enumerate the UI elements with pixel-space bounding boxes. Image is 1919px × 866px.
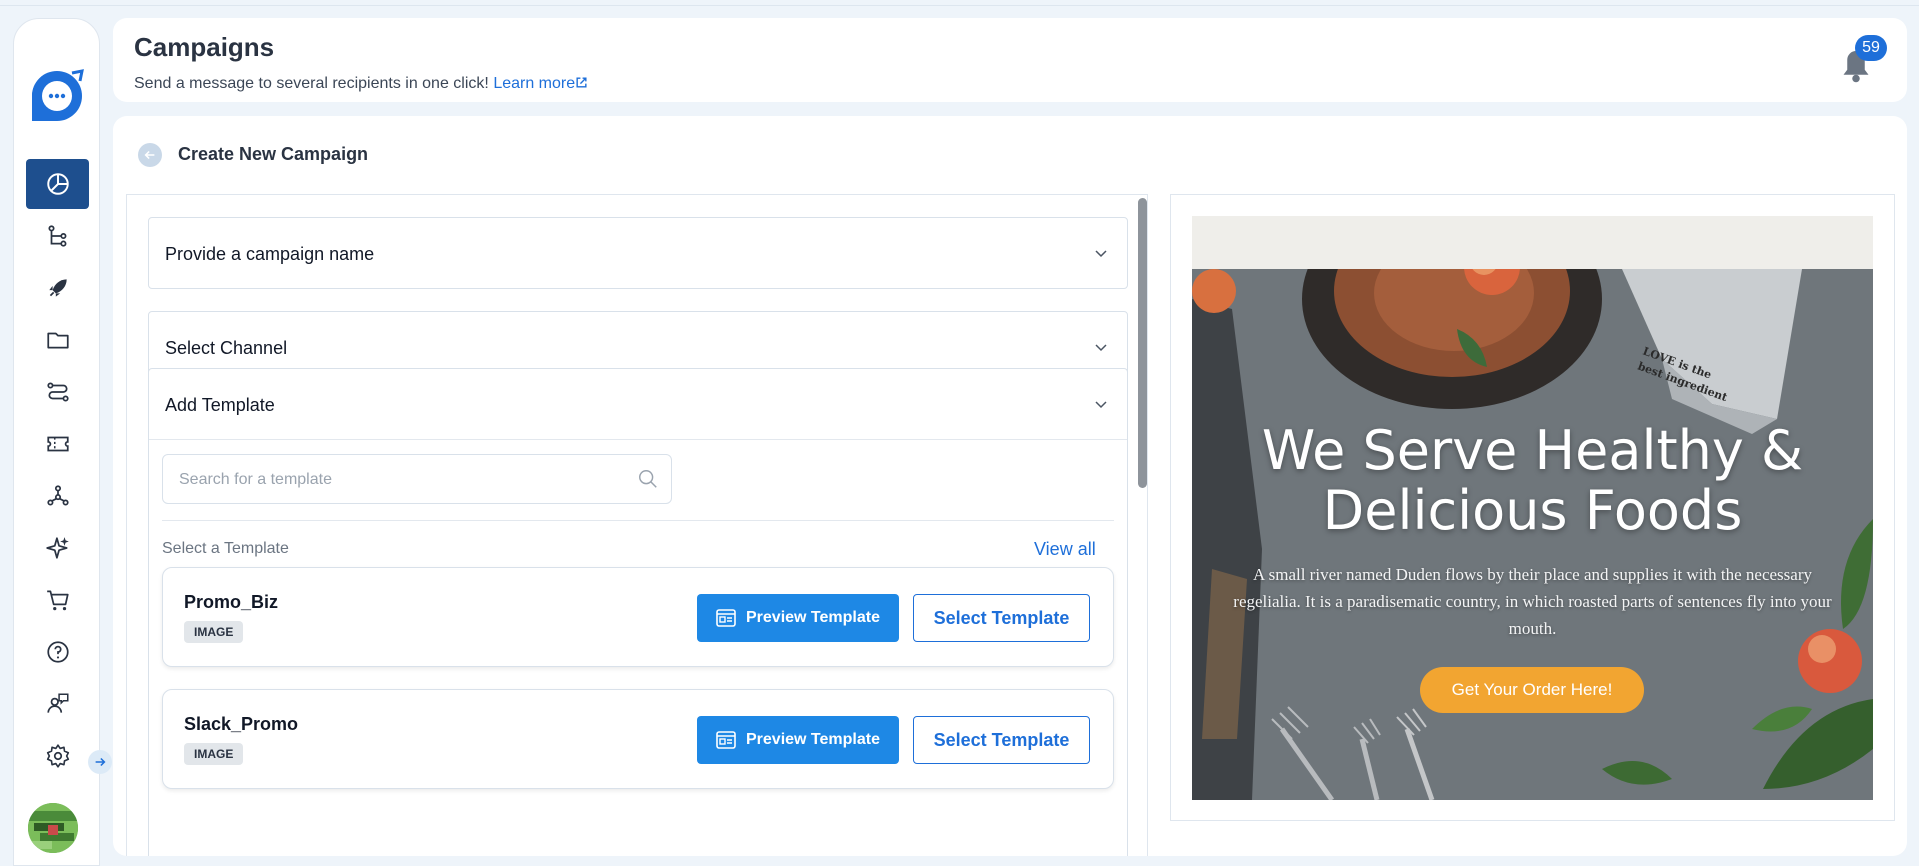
template-type-badge: IMAGE xyxy=(184,743,244,765)
select-template-button[interactable]: Select Template xyxy=(913,716,1090,764)
form-scrollbar[interactable] xyxy=(1138,198,1147,488)
sidebar-item-files[interactable] xyxy=(26,315,89,365)
view-all-link[interactable]: View all xyxy=(1034,539,1096,560)
template-search-input[interactable] xyxy=(179,469,619,491)
template-search xyxy=(162,454,672,504)
template-card: Slack_Promo IMAGE Preview Template Selec… xyxy=(162,689,1114,789)
avatar-image xyxy=(28,803,78,853)
accordion-header[interactable]: Add Template xyxy=(149,369,1127,440)
accordion-label: Select Channel xyxy=(165,338,288,358)
sidebar-item-settings[interactable] xyxy=(26,731,89,781)
accordion-campaign-name[interactable]: Provide a campaign name xyxy=(148,217,1128,289)
cart-icon xyxy=(46,590,69,611)
user-avatar[interactable] xyxy=(28,803,78,853)
support-agent-icon xyxy=(46,693,69,713)
template-type-badge: IMAGE xyxy=(184,621,244,643)
settings-gear-icon xyxy=(46,744,69,768)
learn-more-label: Learn more xyxy=(493,75,576,92)
main-content: Create New Campaign Provide a campaign n… xyxy=(113,116,1907,856)
integrations-icon xyxy=(46,485,69,506)
page-header: Campaigns Send a message to several reci… xyxy=(113,18,1907,102)
chevron-down-icon xyxy=(1095,401,1107,409)
arrow-right-icon xyxy=(95,757,106,767)
dashboard-pie-icon xyxy=(46,173,69,195)
help-icon xyxy=(46,641,69,663)
accordion-add-template: Add Template Select a Template View all … xyxy=(148,368,1128,856)
section-title: Create New Campaign xyxy=(178,144,369,164)
chat-logo-icon xyxy=(31,69,84,121)
template-preview-panel: LOVE is the best ingredient We Serve Hea… xyxy=(1170,194,1895,821)
sidebar-item-campaigns[interactable] xyxy=(26,263,89,313)
preview-template-button[interactable]: Preview Template xyxy=(697,594,899,642)
preview-hero-image: LOVE is the best ingredient We Serve Hea… xyxy=(1192,269,1873,800)
app-logo[interactable] xyxy=(30,69,84,123)
divider xyxy=(162,520,1114,521)
template-preview-icon xyxy=(716,731,736,749)
template-card: Promo_Biz IMAGE Preview Template Select … xyxy=(162,567,1114,667)
template-name: Slack_Promo xyxy=(184,714,299,734)
sidebar-item-integrations[interactable] xyxy=(26,471,89,521)
preview-header-strip xyxy=(1192,216,1873,269)
sidebar-item-commerce[interactable] xyxy=(26,575,89,625)
search-icon[interactable] xyxy=(637,468,659,490)
sidebar-item-flows[interactable] xyxy=(26,211,89,261)
expand-sidebar-button[interactable] xyxy=(88,750,112,774)
sidebar-item-help[interactable] xyxy=(26,627,89,677)
preview-template-button[interactable]: Preview Template xyxy=(697,716,899,764)
sidebar xyxy=(13,18,100,866)
arrow-left-icon xyxy=(144,150,155,160)
top-divider xyxy=(0,5,1919,6)
folder-icon xyxy=(46,332,69,349)
sidebar-item-dashboard[interactable] xyxy=(26,159,89,209)
sidebar-item-support[interactable] xyxy=(26,679,89,729)
notification-count-badge: 59 xyxy=(1855,35,1887,61)
preview-template-label: Preview Template xyxy=(746,609,880,626)
sparkles-icon xyxy=(45,537,69,559)
page-subtitle: Send a message to several recipients in … xyxy=(134,75,588,93)
campaign-form-panel: Provide a campaign name Select Channel A… xyxy=(126,194,1148,856)
chevron-down-icon xyxy=(1095,250,1107,258)
subtitle-text: Send a message to several recipients in … xyxy=(134,75,489,92)
template-name: Promo_Biz xyxy=(184,592,279,612)
preview-cta-button: Get Your Order Here! xyxy=(1420,667,1644,713)
select-template-button[interactable]: Select Template xyxy=(913,594,1090,642)
external-link-icon xyxy=(576,77,587,88)
ticket-icon xyxy=(46,436,69,452)
back-button[interactable] xyxy=(138,143,162,167)
template-preview-icon xyxy=(716,609,736,627)
flow-tree-icon xyxy=(47,225,66,247)
chevron-down-icon xyxy=(1095,344,1107,352)
sidebar-item-tickets[interactable] xyxy=(26,419,89,469)
select-template-label: Select a Template xyxy=(162,540,289,557)
accordion-label: Provide a campaign name xyxy=(165,244,375,264)
page-title: Campaigns xyxy=(134,32,275,62)
route-icon xyxy=(46,382,69,402)
sidebar-item-ai[interactable] xyxy=(26,523,89,573)
sidebar-item-routes[interactable] xyxy=(26,367,89,417)
learn-more-link[interactable]: Learn more xyxy=(493,75,588,92)
accordion-label: Add Template xyxy=(165,395,275,415)
preview-headline: We Serve Healthy & Delicious Foods xyxy=(1261,419,1804,542)
rocket-icon xyxy=(48,279,67,297)
preview-body-text: A small river named Duden flows by their… xyxy=(1233,565,1832,638)
preview-template-label: Preview Template xyxy=(746,731,880,748)
